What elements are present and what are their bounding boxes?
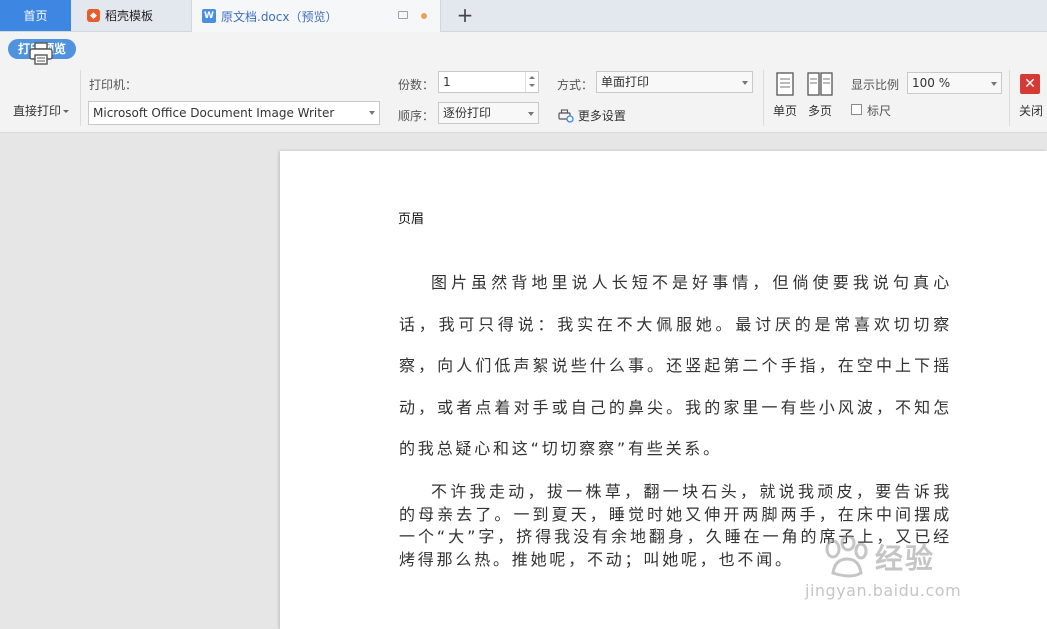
more-settings-button[interactable]: 更多设置 [558,107,626,124]
copies-label: 份数： [398,78,435,92]
direct-print-label: 直接打印 [13,104,62,118]
printer-label: 打印机： [89,78,138,92]
order-select[interactable]: 逐份打印 [438,102,539,124]
single-page-icon[interactable] [775,72,795,96]
tab-bar: 首页 ◆ 稻壳模板 W 原文档.docx（预览） + [0,0,1047,32]
copies-value: 1 [443,75,451,89]
chevron-down-icon [528,112,534,116]
unsaved-dot-icon [421,13,427,19]
chevron-down-icon [991,82,997,86]
printer-select[interactable]: Microsoft Office Document Image Writer [88,101,380,125]
order-select-value: 逐份打印 [443,106,492,120]
zoom-label: 显示比例 [851,78,900,92]
spinner-arrows-icon[interactable] [525,72,538,92]
baidu-jingyan-watermark: 经验 jingyan.baidu.com [805,533,1005,605]
divider [80,70,81,126]
copies-stepper[interactable]: 1 [438,71,539,93]
mode-select-value: 单面打印 [601,75,650,89]
multi-page-icon[interactable] [807,72,833,96]
tab-home-label: 首页 [23,9,48,23]
more-settings-label: 更多设置 [577,109,626,123]
close-label[interactable]: 关闭 [1019,102,1043,119]
new-tab-button[interactable]: + [455,4,475,26]
order-label: 顺序： [398,109,435,123]
ruler-checkbox[interactable] [851,104,862,115]
printer-select-value: Microsoft Office Document Image Writer [93,106,335,120]
ruler-label: 标尺 [867,104,892,118]
mode-label: 方式： [557,78,594,92]
monitor-icon[interactable] [398,11,408,19]
close-icon: ✕ [1024,76,1036,92]
direct-print-button[interactable]: 直接打印 [13,102,70,119]
printer-icon[interactable] [28,42,54,66]
mode-select[interactable]: 单面打印 [596,71,753,93]
page-header: 页眉 [398,212,425,227]
paw-logo-icon [825,535,868,578]
watermark-url: jingyan.baidu.com [805,581,962,600]
word-doc-icon: W [202,9,216,23]
chevron-down-icon [742,81,748,85]
watermark-brand: 经验 [875,542,936,575]
template-store-icon: ◆ [87,9,100,22]
single-page-button[interactable]: 单页 [773,102,797,119]
tab-templates-label: 稻壳模板 [105,9,154,23]
zoom-select[interactable]: 100 % [907,72,1002,94]
tab-document-label: 原文档.docx（预览） [221,9,338,24]
divider [763,70,764,126]
multi-page-button[interactable]: 多页 [808,102,832,119]
divider [1009,70,1010,126]
paragraph: 图片虽然背地里说人长短不是好事情，但倘使要我说句真心话，我可只得说：我实在不大佩… [399,273,952,458]
chevron-down-icon [369,111,375,115]
tab-document[interactable]: W 原文档.docx（预览） [191,0,441,32]
printer-settings-icon [558,109,574,123]
close-preview-button[interactable]: ✕ [1020,74,1040,94]
zoom-select-value: 100 % [912,76,951,90]
tab-home[interactable]: 首页 [0,0,71,31]
chevron-down-icon [63,110,70,113]
tab-templates[interactable]: ◆ 稻壳模板 [73,0,190,31]
